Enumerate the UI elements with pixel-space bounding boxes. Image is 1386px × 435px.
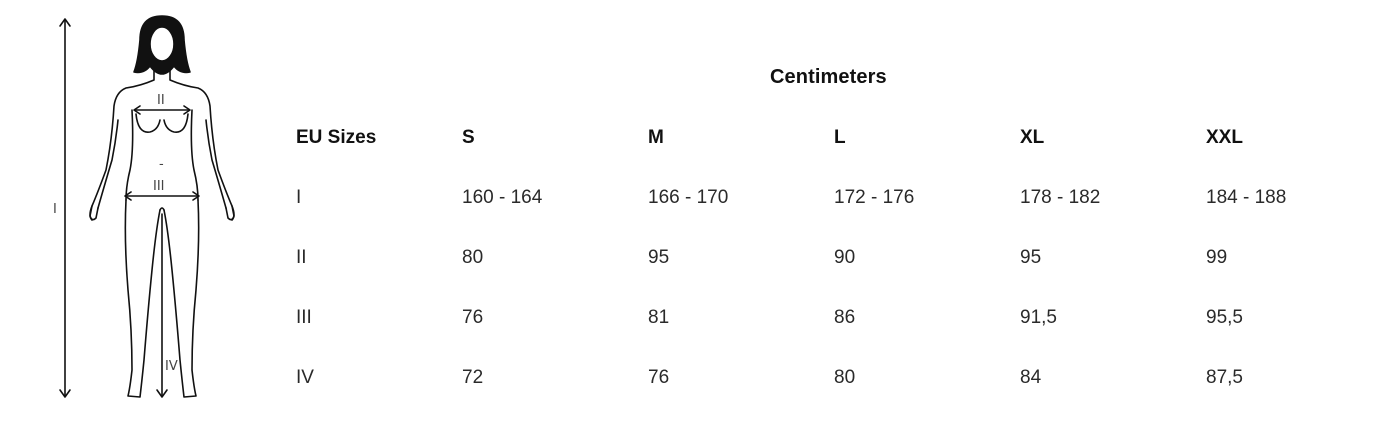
table-cell: 76: [648, 367, 670, 388]
hips-label: III: [153, 179, 165, 194]
table-row: IV 72 76 80 84 87,5: [296, 348, 1386, 408]
table-cell: 160 - 164: [462, 187, 543, 208]
table-cell: 80: [834, 367, 856, 388]
table-row: I 160 - 164 166 - 170 172 - 176 178 - 18…: [296, 168, 1386, 228]
header-cell: XL: [1020, 127, 1045, 148]
row-label: I: [296, 187, 302, 208]
table-cell: 95: [648, 247, 670, 268]
table-row: III 76 81 86 91,5 95,5: [296, 288, 1386, 348]
unit-title: Centimeters: [770, 66, 887, 88]
waist-marker-label: -: [159, 157, 164, 172]
table-cell: 184 - 188: [1206, 187, 1287, 208]
table-cell: 76: [462, 307, 484, 328]
woman-silhouette-icon: I II - III IV: [53, 15, 235, 398]
table-cell: 172 - 176: [834, 187, 915, 208]
row-label: II: [296, 247, 307, 268]
table-cell: 91,5: [1020, 307, 1057, 328]
table-cell: 99: [1206, 247, 1228, 268]
table-cell: 95,5: [1206, 307, 1243, 328]
size-chart-table: EU Sizes S M L XL XXL I 160 - 164 166 - …: [296, 108, 1386, 408]
header-cell: EU Sizes: [296, 127, 377, 148]
table-cell: 80: [462, 247, 484, 268]
table-cell: 90: [834, 247, 856, 268]
body-measurement-diagram: I II - III IV: [40, 10, 260, 410]
inseam-label: IV: [165, 359, 178, 374]
header-cell: M: [648, 127, 664, 148]
table-row: II 80 95 90 95 99: [296, 228, 1386, 288]
header-cell: L: [834, 127, 846, 148]
table-header-row: EU Sizes S M L XL XXL: [296, 108, 1386, 168]
table-cell: 86: [834, 307, 856, 328]
table-cell: 87,5: [1206, 367, 1243, 388]
bust-label: II: [157, 93, 165, 108]
header-cell: S: [462, 127, 475, 148]
row-label: IV: [296, 367, 314, 388]
header-cell: XXL: [1206, 127, 1243, 148]
table-cell: 95: [1020, 247, 1042, 268]
table-cell: 72: [462, 367, 484, 388]
table-cell: 81: [648, 307, 670, 328]
table-cell: 166 - 170: [648, 187, 729, 208]
table-cell: 178 - 182: [1020, 187, 1101, 208]
height-label: I: [53, 202, 57, 217]
row-label: III: [296, 307, 312, 328]
table-cell: 84: [1020, 367, 1042, 388]
